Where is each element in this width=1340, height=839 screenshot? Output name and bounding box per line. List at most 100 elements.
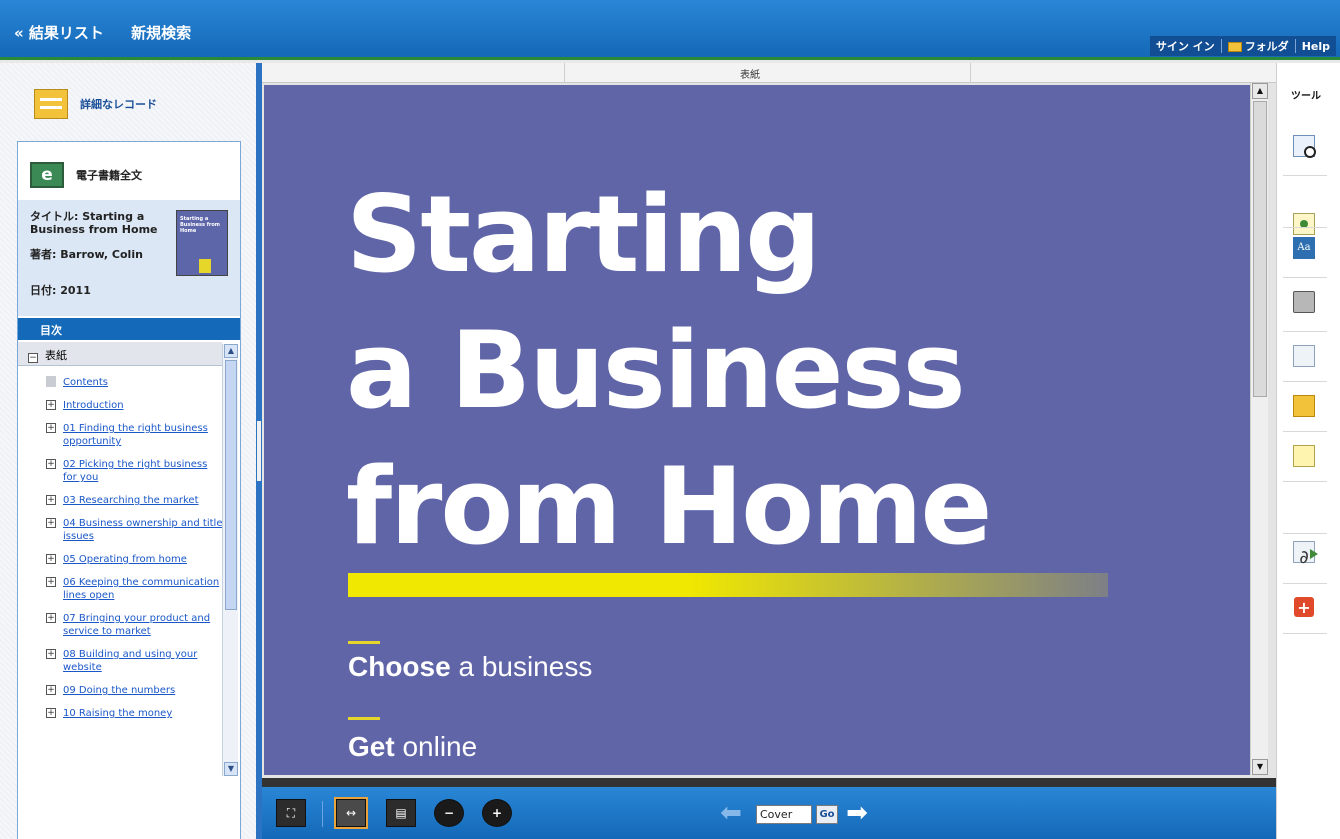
toolbar-separator [322,801,323,827]
book-title: タイトル: Starting a Business from Home [30,210,170,236]
folder-icon[interactable] [1293,395,1315,417]
toc-item: +03 Researching the market [46,494,224,507]
author-label: 著者: [30,248,57,261]
page-number-input[interactable] [756,805,812,824]
toc-link[interactable]: 03 Researching the market [63,494,199,507]
toc-link[interactable]: 07 Bringing your product and service to … [63,612,224,638]
toc-link[interactable]: Introduction [63,399,124,412]
notes-icon[interactable] [1293,445,1315,467]
find-in-book-icon[interactable] [1293,135,1316,158]
cover-title-line-2: a Business [346,309,966,432]
ebook-full-text-header: e 電子書籍全文 [30,162,142,188]
expand-icon[interactable]: + [46,459,56,469]
toc-item: +08 Building and using your website [46,648,224,674]
expand-icon[interactable]: + [46,577,56,587]
divider [970,63,971,83]
toc-item: +06 Keeping the communication lines open [46,576,224,602]
fit-width-icon[interactable]: ↔ [334,797,368,829]
zoom-out-icon[interactable]: − [434,799,464,827]
toc-link[interactable]: 06 Keeping the communication lines open [63,576,224,602]
tool-separator [1283,481,1327,482]
expand-icon[interactable]: + [46,495,56,505]
scroll-down-icon[interactable]: ▼ [224,762,238,776]
tool-separator [1283,331,1327,332]
expand-icon[interactable]: + [46,613,56,623]
thumbnail-title: Starting a Business from Home [180,216,220,234]
expand-icon[interactable]: + [46,685,56,695]
expand-icon[interactable]: + [46,649,56,659]
toc-root-item[interactable]: − 表紙 [18,342,222,366]
toc-link[interactable]: 10 Raising the money [63,707,172,720]
toc-item: +05 Operating from home [46,553,224,566]
expand-icon[interactable]: + [46,554,56,564]
scroll-up-icon[interactable]: ▲ [1252,83,1268,99]
toc-link[interactable]: 01 Finding the right business opportunit… [63,422,224,448]
folder-link[interactable]: フォルダ [1227,38,1289,54]
collapse-icon[interactable]: − [28,353,38,363]
toc-scrollbar[interactable]: ▲ ▼ [222,344,238,776]
horizontal-scrollbar[interactable] [262,778,1276,787]
current-page-label: 表紙 [740,70,760,81]
date-label: 日付: [30,284,57,297]
scroll-down-icon[interactable]: ▼ [1252,759,1268,775]
toc-link[interactable]: 05 Operating from home [63,553,187,566]
subtitle-2-bold: Get [348,731,395,762]
expand-icon[interactable]: + [46,400,56,410]
image-icon[interactable] [1293,213,1315,235]
cover-subtitle-1: Choose a business [348,651,592,683]
author-value: Barrow, Colin [60,248,143,261]
font-size-icon[interactable]: Aa [1293,237,1315,259]
subtitle-2-rest: online [394,731,478,762]
scroll-thumb[interactable] [1253,101,1267,397]
viewer-toolbar: ⛶ ↔ ▤ − + ⬅ Go ➡ [262,787,1276,839]
previous-page-icon[interactable]: ⬅ [716,800,746,827]
book-thumbnail[interactable]: Starting a Business from Home [176,210,228,276]
record-icon [34,89,68,119]
expand-icon[interactable]: + [46,518,56,528]
permalink-icon[interactable]: ∂ [1293,547,1315,569]
title-label: タイトル: [30,210,79,223]
tool-separator [1283,227,1327,228]
tool-separator [1283,381,1327,382]
next-page-icon[interactable]: ➡ [842,800,872,827]
toc-link[interactable]: 09 Doing the numbers [63,684,175,697]
page-icon [46,376,56,387]
ebook-full-text-label: 電子書籍全文 [76,169,142,182]
single-page-icon[interactable]: ▤ [386,799,416,827]
top-right-links: サイン イン フォルダ Help [1149,36,1336,56]
cover-title-line-3: from Home [346,445,992,568]
new-search-link[interactable]: 新規検索 [131,24,191,42]
result-list-link[interactable]: « 結果リスト [14,24,104,42]
toc-area: − 表紙 Contents + Introduction +01 Finding t… [18,342,240,839]
add-icon[interactable]: + [1294,597,1314,617]
print-icon[interactable] [1293,291,1315,313]
splitter-grip-icon[interactable] [257,421,261,481]
ebook-icon: e [30,162,64,188]
tool-separator [1283,175,1327,176]
help-link[interactable]: Help [1302,40,1330,53]
tools-panel: ツール Aa ∂ + [1276,63,1340,839]
toc-link[interactable]: 02 Picking the right business for you [63,458,224,484]
go-button[interactable]: Go [816,805,838,824]
book-cover-page: Starting a Business from Home Choose a b… [264,85,1250,775]
toc-item: +09 Doing the numbers [46,684,224,697]
divider [564,63,565,83]
expand-icon[interactable]: + [46,423,56,433]
scroll-up-icon[interactable]: ▲ [224,344,238,358]
toc-link[interactable]: 08 Building and using your website [63,648,224,674]
scroll-thumb[interactable] [225,360,237,610]
toc-list: Contents + Introduction +01 Finding the r… [46,376,224,730]
email-icon[interactable] [1293,345,1315,367]
detailed-record-link[interactable]: 詳細なレコード [34,89,157,119]
sign-in-link[interactable]: サイン イン [1156,38,1215,54]
date-value: 2011 [60,284,91,297]
toc-root-label: 表紙 [45,349,67,362]
expand-icon[interactable]: + [46,708,56,718]
viewer-scrollbar[interactable]: ▲ ▼ [1250,83,1268,775]
thumbnail-graphic [199,259,211,273]
zoom-in-icon[interactable]: + [482,799,512,827]
toc-link-contents[interactable]: Contents [63,376,108,389]
toc-link[interactable]: 04 Business ownership and title issues [63,517,224,543]
tool-separator [1283,431,1327,432]
fit-page-icon[interactable]: ⛶ [276,799,306,827]
